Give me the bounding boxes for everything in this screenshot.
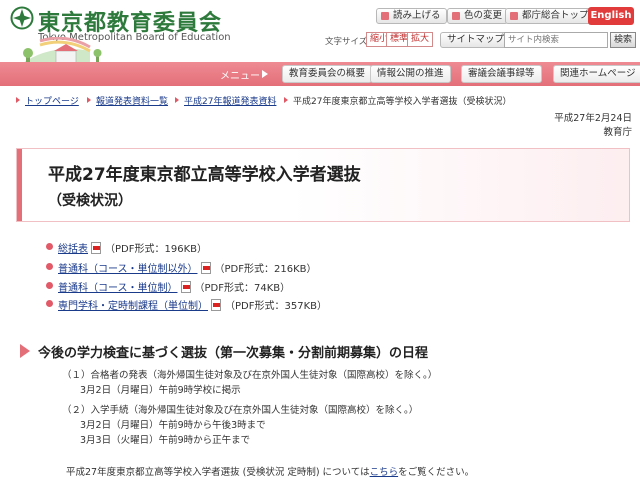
breadcrumb-press-2015[interactable]: 平成27年報道発表資料 — [175, 94, 276, 107]
file-size: （PDF形式：357KB） — [225, 301, 327, 312]
parttime-note: 平成27年度東京都立高等学校入学者選抜 (受検状況 定時制) についてはこちらを… — [66, 464, 474, 478]
home-icon — [510, 12, 518, 20]
pdf-icon — [200, 262, 211, 274]
english-button[interactable]: English — [588, 7, 634, 25]
file-link-general-credit[interactable]: 普通科（コース・単位制） — [58, 283, 178, 294]
font-size-label: 文字サイズ — [325, 37, 368, 47]
pdf-icon — [180, 281, 191, 293]
bullet-icon — [46, 243, 53, 250]
schedule-item-enrollment: （２）入学手続（海外帰国生徒対象及び在京外国人生徒対象（国際高校）を除く。） — [62, 405, 419, 416]
page-title: 平成27年度東京都立高等学校入学者選抜 — [48, 165, 361, 185]
school-illustration-icon — [20, 37, 102, 65]
read-aloud-label: 読み上げる — [393, 10, 441, 21]
publisher-org: 教育庁 — [603, 127, 632, 138]
file-size: （PDF形式：196KB） — [105, 244, 207, 255]
sitemap-button[interactable]: サイトマップ — [440, 32, 512, 48]
menu-item-related[interactable]: 関連ホームページ — [553, 65, 640, 83]
schedule-heading: 今後の学力検査に基づく選抜（第一次募集・分割前期募集）の日程 — [16, 340, 630, 362]
search-input[interactable] — [504, 32, 608, 48]
palette-icon — [452, 12, 460, 20]
note-text-after: をご覧ください。 — [398, 467, 475, 478]
title-accent-bar — [17, 149, 22, 221]
metro-top-button[interactable]: 都庁総合トップ — [505, 8, 595, 24]
read-aloud-button[interactable]: 読み上げる — [376, 8, 447, 24]
breadcrumb-top[interactable]: トップページ — [16, 94, 79, 107]
publish-date: 平成27年2月24日 — [554, 113, 632, 124]
file-link-summary[interactable]: 総括表 — [58, 244, 88, 255]
menu-label: メニュー — [220, 71, 260, 82]
breadcrumb-current: 平成27年度東京都立高等学校入学者選抜（受検状況） — [284, 94, 511, 107]
schedule-title: 今後の学力検査に基づく選抜（第一次募集・分割前期募集）の日程 — [38, 346, 429, 361]
metropolitan-emblem-icon — [10, 6, 34, 30]
schedule-item-announcement: （１）合格者の発表（海外帰国生徒対象及び在京外国人生徒対象（国際高校）を除く。） — [62, 370, 438, 381]
menu-item-disclosure[interactable]: 情報公開の推進 — [370, 65, 451, 83]
metro-top-label: 都庁総合トップ — [522, 10, 589, 21]
note-link[interactable]: こちら — [370, 467, 399, 478]
file-link-specialized[interactable]: 専門学科・定時制課程（単位制） — [58, 301, 208, 312]
triangle-marker-icon — [20, 344, 30, 358]
pdf-icon — [211, 299, 221, 311]
schedule-item-enrollment-date-1: 3月2日（月曜日）午前9時から午後3時まで — [80, 420, 266, 431]
bullet-icon — [46, 282, 53, 289]
file-size: （PDF形式：216KB） — [214, 264, 317, 275]
bullet-icon — [46, 300, 53, 307]
file-size: （PDF形式：74KB） — [194, 283, 291, 294]
menu-arrow-icon — [262, 70, 268, 78]
bullet-icon — [46, 263, 53, 270]
speaker-icon — [381, 12, 389, 20]
site-header: 東京都教育委員会 Tokyo Metropolitan Board of Edu… — [0, 0, 640, 65]
menu-item-minutes[interactable]: 審議会議事録等 — [461, 65, 542, 83]
menu-item-overview[interactable]: 教育委員会の概要 — [282, 65, 373, 83]
color-change-button[interactable]: 色の変更 — [447, 8, 509, 24]
file-link-general[interactable]: 普通科（コース・単位制以外） — [58, 264, 198, 275]
schedule-item-announcement-date: 3月2日（月曜日）午前9時学校に掲示 — [80, 385, 241, 396]
color-change-label: 色の変更 — [464, 10, 503, 21]
page-subtitle: （受検状況） — [48, 193, 132, 209]
search-button[interactable]: 検索 — [610, 32, 636, 48]
breadcrumb-press-list[interactable]: 報道発表資料一覧 — [87, 94, 168, 107]
note-text: 平成27年度東京都立高等学校入学者選抜 (受検状況 定時制) については — [66, 467, 370, 478]
global-menu-bar: メニュー 教育委員会の概要 情報公開の推進 審議会議事録等 関連ホームページ — [0, 62, 640, 86]
font-large-button[interactable]: 拡大 — [407, 32, 434, 47]
pdf-icon — [91, 242, 101, 254]
schedule-item-enrollment-date-2: 3月3日（火曜日）午前9時から正午まで — [80, 435, 251, 446]
site-logo[interactable]: 東京都教育委員会 Tokyo Metropolitan Board of Edu… — [10, 4, 231, 65]
